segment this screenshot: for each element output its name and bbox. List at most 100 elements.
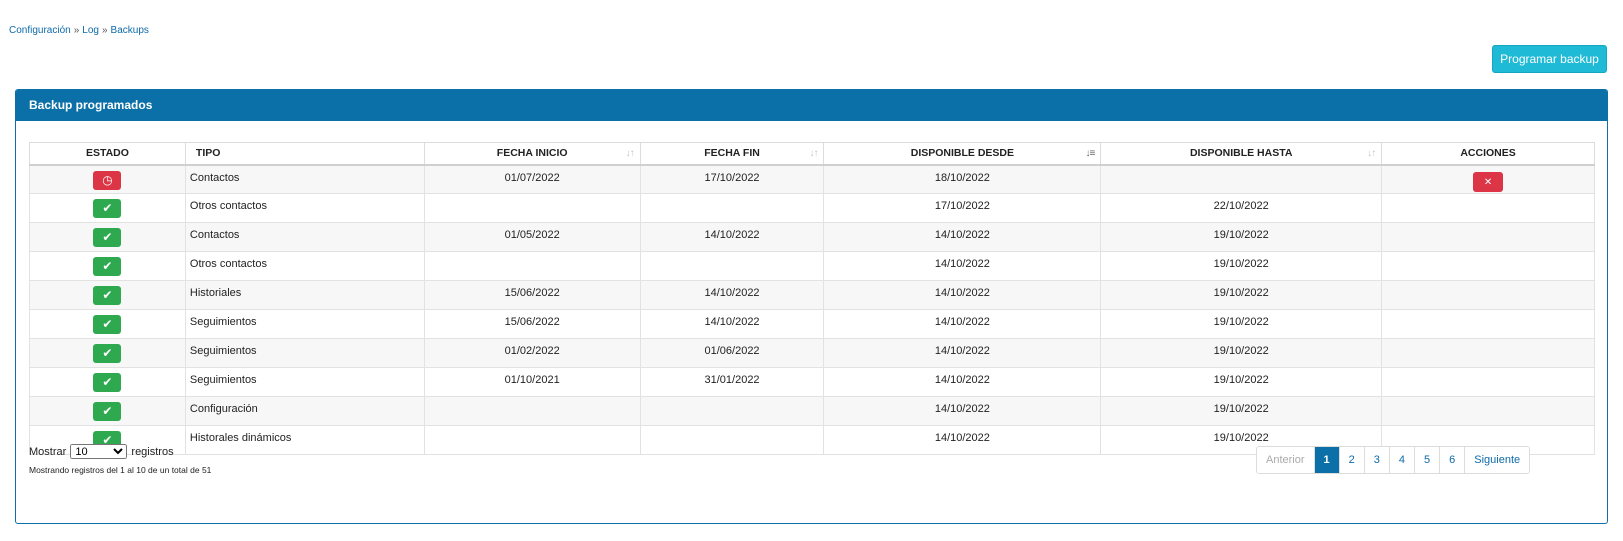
fecha-inicio-cell	[423, 425, 641, 455]
disponible-hasta-cell: 19/10/2022	[1100, 338, 1383, 368]
length-suffix: registros	[131, 446, 174, 458]
fecha-fin-cell	[639, 425, 825, 455]
disponible-desde-cell: 18/10/2022	[823, 164, 1102, 194]
disponible-hasta-cell	[1100, 164, 1383, 194]
status-cell: ✔	[29, 280, 186, 310]
acciones-cell: ✕	[1381, 164, 1595, 194]
sort-icon: ↓↑	[809, 148, 818, 159]
fecha-inicio-cell: 15/06/2022	[423, 280, 641, 310]
table-body: ◷ Contactos 01/07/2022 17/10/2022 18/10/2022…	[29, 164, 1595, 455]
pagination-page-5[interactable]: 5	[1415, 447, 1441, 473]
tipo-cell: Seguimientos	[184, 309, 425, 339]
table-info: Mostrando registros del 1 al 10 de un to…	[29, 465, 212, 475]
acciones-cell	[1381, 309, 1595, 339]
disponible-desde-cell: 14/10/2022	[823, 425, 1102, 455]
breadcrumb-link-log[interactable]: Log	[82, 25, 99, 36]
fecha-fin-cell	[639, 193, 825, 223]
check-icon: ✔	[93, 373, 122, 392]
column-header-tipo[interactable]: TIPO	[184, 142, 425, 166]
table-row: ✔ Otros contactos 14/10/2022 19/10/2022	[29, 251, 1595, 281]
page-length-select[interactable]: 10	[70, 444, 128, 459]
fecha-fin-cell: 01/06/2022	[639, 338, 825, 368]
panel-title: Backup programados	[16, 90, 1607, 121]
sort-icon: ↓↑	[625, 148, 635, 159]
tipo-cell: Seguimientos	[184, 338, 425, 368]
tipo-cell: Otros contactos	[184, 193, 425, 223]
acciones-cell	[1381, 338, 1595, 368]
table-row: ✔ Seguimientos 01/10/2021 31/01/2022 14/10/2…	[29, 367, 1595, 397]
sort-icon: ↓↑	[1367, 148, 1376, 159]
status-cell: ✔	[29, 309, 186, 339]
fecha-inicio-cell: 01/02/2022	[423, 338, 641, 368]
pagination-next-button[interactable]: Siguiente	[1465, 447, 1530, 473]
tipo-cell: Historales dinámicos	[184, 425, 425, 455]
clock-icon: ◷	[93, 170, 122, 190]
tipo-cell: Historiales	[184, 280, 425, 310]
table-row: ✔ Otros contactos 17/10/2022 22/10/2022	[29, 193, 1595, 223]
breadcrumb-link-backups[interactable]: Backups	[111, 25, 149, 36]
fecha-inicio-cell: 01/10/2021	[423, 367, 641, 397]
acciones-cell	[1381, 280, 1595, 310]
pagination-page-3[interactable]: 3	[1364, 447, 1390, 473]
backups-table: ESTADO TIPO FECHA INICIO ↓↑ FECHA FIN ↓↑ D…	[29, 142, 1595, 455]
fecha-fin-cell: 14/10/2022	[639, 309, 825, 339]
table-row: ✔ Seguimientos 01/02/2022 01/06/2022 14/10/2…	[29, 338, 1595, 368]
acciones-cell	[1381, 222, 1595, 252]
status-cell: ✔	[29, 396, 186, 426]
disponible-hasta-cell: 19/10/2022	[1100, 251, 1383, 281]
column-header-acciones: ACCIONES	[1381, 142, 1595, 166]
check-icon: ✔	[93, 228, 122, 247]
disponible-hasta-cell: 19/10/2022	[1100, 396, 1383, 426]
pagination-page-4[interactable]: 4	[1389, 447, 1416, 473]
column-header-fecha-inicio[interactable]: FECHA INICIO ↓↑	[423, 142, 641, 166]
acciones-cell	[1381, 251, 1595, 281]
fecha-inicio-cell: 15/06/2022	[423, 309, 641, 339]
breadcrumb-link-configuracion[interactable]: Configuración	[9, 25, 71, 36]
pagination-page-6[interactable]: 6	[1440, 447, 1466, 473]
column-header-disponible-hasta[interactable]: DISPONIBLE HASTA ↓↑	[1100, 142, 1383, 166]
fecha-inicio-cell: 01/05/2022	[423, 222, 641, 252]
disponible-hasta-cell: 22/10/2022	[1100, 193, 1383, 223]
check-icon: ✔	[93, 199, 122, 218]
length-prefix: Mostrar	[29, 446, 67, 458]
fecha-fin-cell: 31/01/2022	[639, 367, 825, 397]
pagination-page-2[interactable]: 2	[1339, 447, 1365, 473]
acciones-cell	[1381, 193, 1595, 223]
table-row: ✔ Configuración 14/10/2022 19/10/2022	[29, 396, 1595, 426]
delete-backup-button[interactable]: ✕	[1473, 171, 1504, 192]
disponible-desde-cell: 14/10/2022	[823, 367, 1102, 397]
disponible-hasta-cell: 19/10/2022	[1100, 280, 1383, 310]
disponible-desde-cell: 14/10/2022	[823, 396, 1102, 426]
acciones-cell	[1381, 367, 1595, 397]
acciones-cell	[1381, 396, 1595, 426]
status-cell: ✔	[29, 251, 186, 281]
backup-panel: Backup programados ESTADO TIPO FECHA INI…	[15, 89, 1608, 524]
column-header-estado: ESTADO	[29, 142, 186, 166]
fecha-fin-cell	[639, 251, 825, 281]
disponible-desde-cell: 14/10/2022	[823, 251, 1102, 281]
pagination: Anterior 1 2 3 4 5 6 Siguiente	[1256, 446, 1531, 474]
check-icon: ✔	[93, 286, 122, 305]
pagination-page-1[interactable]: 1	[1314, 447, 1340, 473]
check-icon: ✔	[93, 257, 122, 276]
status-cell: ✔	[29, 193, 186, 223]
fecha-inicio-cell: 01/07/2022	[423, 164, 641, 194]
table-row: ✔ Historiales 15/06/2022 14/10/2022 14/10/20…	[29, 280, 1595, 310]
column-header-disponible-desde[interactable]: DISPONIBLE DESDE ↓≡	[823, 142, 1102, 166]
column-header-fecha-fin[interactable]: FECHA FIN ↓↑	[639, 142, 825, 166]
tipo-cell: Contactos	[184, 222, 425, 252]
fecha-fin-cell: 17/10/2022	[639, 164, 825, 194]
breadcrumb-separator: »	[73, 25, 80, 36]
disponible-desde-cell: 14/10/2022	[823, 338, 1102, 368]
disponible-desde-cell: 14/10/2022	[823, 280, 1102, 310]
disponible-hasta-cell: 19/10/2022	[1100, 309, 1383, 339]
fecha-inicio-cell	[423, 193, 641, 223]
sort-desc-icon: ↓≡	[1085, 148, 1095, 159]
disponible-hasta-cell: 19/10/2022	[1100, 222, 1383, 252]
schedule-backup-button[interactable]: Programar backup	[1492, 45, 1607, 73]
disponible-desde-cell: 14/10/2022	[823, 309, 1102, 339]
disponible-desde-cell: 14/10/2022	[823, 222, 1102, 252]
table-header-row: ESTADO TIPO FECHA INICIO ↓↑ FECHA FIN ↓↑ D…	[29, 142, 1595, 166]
tipo-cell: Seguimientos	[184, 367, 425, 397]
tipo-cell: Otros contactos	[184, 251, 425, 281]
